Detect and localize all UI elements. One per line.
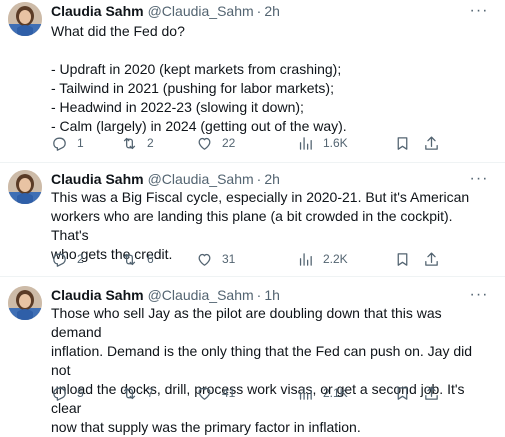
like-count: 41 — [222, 386, 236, 400]
like-button[interactable]: 31 — [196, 249, 235, 269]
views-icon — [299, 136, 312, 150]
like-count: 22 — [222, 136, 236, 150]
author-handle[interactable]: @Claudia_Sahm — [148, 171, 254, 187]
author-name[interactable]: Claudia Sahm — [51, 3, 144, 19]
tweet-text: What did the Fed do? - Updraft in 2020 (… — [51, 22, 491, 136]
avatar[interactable] — [8, 170, 42, 204]
share-button[interactable] — [423, 133, 440, 153]
avatar[interactable] — [8, 2, 42, 36]
bookmark-icon — [397, 252, 408, 266]
views-icon — [299, 252, 312, 266]
views-icon — [299, 386, 312, 400]
views-count: 2.2K — [323, 252, 348, 266]
author-handle[interactable]: @Claudia_Sahm — [148, 287, 254, 303]
action-bar: 1 2 22 1.6K — [51, 133, 491, 153]
reply-button[interactable]: 5 — [51, 383, 84, 403]
tweet-line: - Tailwind in 2021 (pushing for labor ma… — [51, 80, 334, 96]
repost-button[interactable]: 2 — [121, 133, 154, 153]
author-name[interactable]: Claudia Sahm — [51, 287, 144, 303]
like-count: 31 — [222, 252, 236, 266]
views-button[interactable]: 2.1K — [297, 383, 348, 403]
views-count: 2.1K — [323, 386, 348, 400]
timestamp[interactable]: 2h — [264, 171, 280, 187]
reply-button[interactable]: 2 — [51, 249, 84, 269]
heart-icon — [198, 137, 211, 150]
tweet-line: What did the Fed do? — [51, 23, 185, 39]
tweet-text: Those who sell Jay as the pilot are doub… — [51, 304, 491, 437]
heart-icon — [198, 253, 211, 266]
like-button[interactable]: 22 — [196, 133, 235, 153]
tweet-line: This was a Big Fiscal cycle, especially … — [51, 189, 470, 205]
tweet-header: Claudia Sahm @Claudia_Sahm · 1h — [51, 286, 280, 304]
bookmark-icon — [397, 386, 408, 400]
bookmark-button[interactable] — [394, 133, 411, 153]
reply-count: 5 — [77, 386, 84, 400]
repost-count: 6 — [147, 252, 154, 266]
bookmark-button[interactable] — [394, 249, 411, 269]
action-bar: 2 6 31 2.2K — [51, 249, 491, 269]
share-button[interactable] — [423, 383, 440, 403]
tweet-header: Claudia Sahm @Claudia_Sahm · 2h — [51, 2, 280, 20]
tweet-line: - Updraft in 2020 (kept markets from cra… — [51, 61, 342, 77]
reply-icon — [53, 253, 66, 267]
separator-dot: · — [256, 171, 262, 187]
reply-icon — [53, 387, 66, 401]
repost-icon — [123, 253, 136, 265]
tweet-line: inflation. Demand is the only thing that… — [51, 343, 473, 378]
repost-count: 7 — [147, 386, 154, 400]
bookmark-icon — [397, 136, 408, 150]
share-icon — [425, 251, 438, 266]
repost-icon — [123, 137, 136, 149]
repost-button[interactable]: 6 — [121, 249, 154, 269]
like-button[interactable]: 41 — [196, 383, 235, 403]
tweet-header: Claudia Sahm @Claudia_Sahm · 2h — [51, 170, 280, 188]
tweet-line: - Headwind in 2022-23 (slowing it down); — [51, 99, 304, 115]
divider — [0, 162, 505, 163]
action-bar: 5 7 41 2.1K — [51, 383, 491, 403]
avatar[interactable] — [8, 286, 42, 320]
views-button[interactable]: 1.6K — [297, 133, 348, 153]
tweet-line: Those who sell Jay as the pilot are doub… — [51, 305, 442, 340]
heart-icon — [198, 387, 211, 400]
reply-icon — [53, 137, 66, 151]
author-name[interactable]: Claudia Sahm — [51, 171, 144, 187]
reply-count: 1 — [77, 136, 84, 150]
timestamp[interactable]: 1h — [264, 287, 280, 303]
reply-count: 2 — [77, 252, 84, 266]
timestamp[interactable]: 2h — [264, 3, 280, 19]
separator-dot: · — [256, 3, 262, 19]
more-options-icon[interactable]: ··· — [469, 3, 489, 22]
views-button[interactable]: 2.2K — [297, 249, 348, 269]
views-count: 1.6K — [323, 136, 348, 150]
share-button[interactable] — [423, 249, 440, 269]
share-icon — [425, 385, 438, 400]
repost-icon — [123, 387, 136, 399]
repost-count: 2 — [147, 136, 154, 150]
separator-dot: · — [256, 287, 262, 303]
bookmark-button[interactable] — [394, 383, 411, 403]
tweet-line-blank — [51, 41, 491, 60]
author-handle[interactable]: @Claudia_Sahm — [148, 3, 254, 19]
tweet-line: workers who are landing this plane (a bi… — [51, 208, 453, 243]
divider — [0, 276, 505, 277]
tweet-line: now that supply was the primary factor i… — [51, 419, 361, 435]
reply-button[interactable]: 1 — [51, 133, 84, 153]
repost-button[interactable]: 7 — [121, 383, 154, 403]
share-icon — [425, 135, 438, 150]
